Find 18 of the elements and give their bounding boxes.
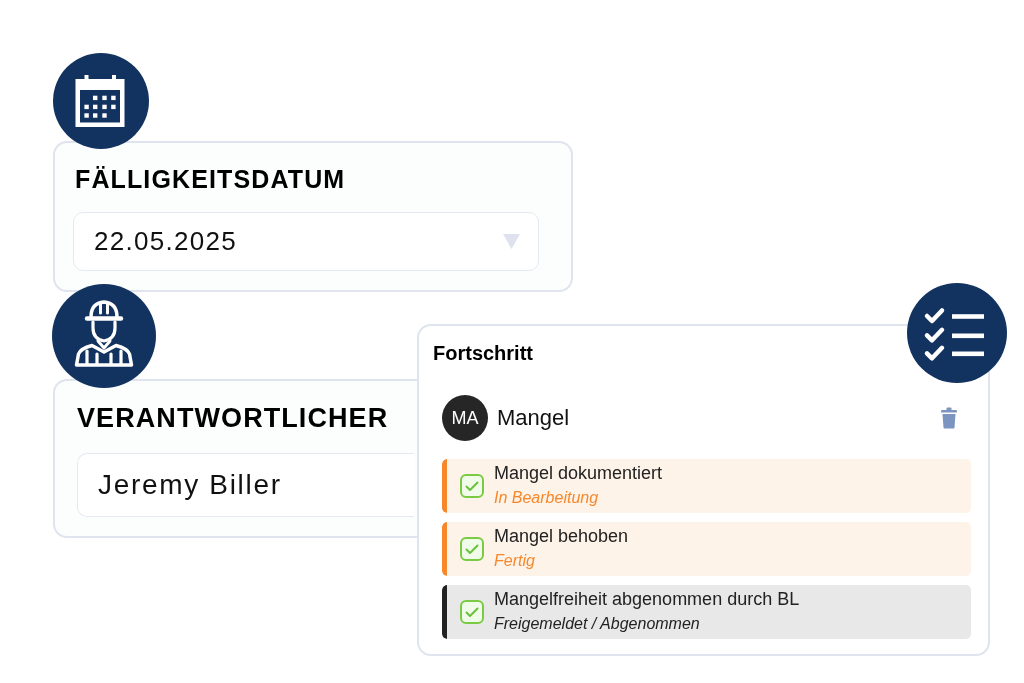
step-title: Mangelfreiheit abgenommen durch BL bbox=[494, 588, 800, 610]
name-field[interactable]: Jeremy Biller bbox=[77, 453, 414, 517]
step-title: Mangel dokumentiert bbox=[494, 462, 663, 484]
checkbox[interactable] bbox=[460, 474, 484, 498]
trash-icon[interactable] bbox=[941, 407, 957, 429]
card-title: Fortschritt bbox=[433, 341, 533, 365]
date-dropdown[interactable]: 22.05.2025 bbox=[73, 212, 539, 271]
checkbox[interactable] bbox=[460, 600, 484, 624]
step-status: Freigemeldet / Abgenommen bbox=[494, 614, 700, 634]
checkbox[interactable] bbox=[460, 537, 484, 561]
avatar: MA bbox=[442, 395, 488, 441]
step-status: Fertig bbox=[494, 551, 535, 571]
caret-icon bbox=[503, 234, 520, 249]
defect-name: Mangel bbox=[497, 405, 570, 431]
field-label: FÄLLIGKEITSDATUM bbox=[75, 164, 346, 194]
step-status: In Bearbeitung bbox=[494, 488, 599, 508]
field-label: VERANTWORTLICHER bbox=[77, 402, 389, 434]
step-title: Mangel behoben bbox=[494, 525, 629, 547]
